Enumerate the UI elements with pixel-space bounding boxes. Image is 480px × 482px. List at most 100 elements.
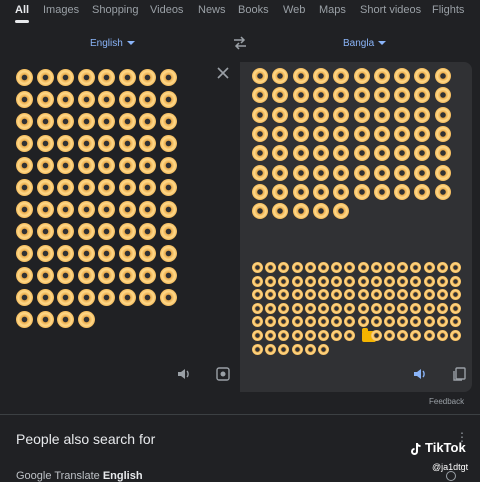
donut-emoji xyxy=(318,343,329,355)
people-also-search-title: People also search for xyxy=(16,431,156,447)
donut-emoji xyxy=(159,201,177,218)
donut-emoji xyxy=(265,343,277,355)
target-language-select[interactable]: Bangla xyxy=(343,38,387,49)
donut-emoji xyxy=(434,183,451,200)
donut-emoji xyxy=(410,275,422,287)
donut-emoji xyxy=(36,179,54,196)
donut-emoji xyxy=(16,289,33,306)
donut-emoji xyxy=(36,91,54,108)
donut-emoji xyxy=(272,106,289,123)
donut-emoji xyxy=(118,157,136,174)
donut-emoji xyxy=(357,302,369,314)
donut-emoji xyxy=(252,275,263,287)
donut-emoji xyxy=(252,68,268,84)
donut-emoji xyxy=(331,302,343,314)
donut-emoji xyxy=(353,125,370,142)
donut-emoji xyxy=(57,113,74,130)
donut-emoji xyxy=(353,164,370,181)
donut-emoji xyxy=(291,330,303,341)
donut-emoji xyxy=(331,275,343,287)
donut-emoji xyxy=(394,183,411,200)
donut-emoji xyxy=(252,164,268,181)
donut-emoji xyxy=(159,135,177,152)
donut-emoji xyxy=(436,302,448,314)
donut-emoji xyxy=(252,203,268,220)
donut-emoji xyxy=(57,69,74,86)
donut-emoji xyxy=(159,245,177,262)
swap-icon[interactable] xyxy=(232,35,248,51)
donut-emoji xyxy=(373,125,390,142)
search-tabs: All Images Shopping Videos News Books We… xyxy=(0,0,480,24)
donut-emoji xyxy=(384,330,395,341)
donut-emoji xyxy=(139,179,156,196)
donut-emoji xyxy=(16,223,33,240)
donut-emoji xyxy=(118,267,136,284)
tab-web[interactable]: Web xyxy=(283,4,305,16)
donut-emoji xyxy=(98,245,115,262)
tab-news[interactable]: News xyxy=(198,4,226,16)
tab-books[interactable]: Books xyxy=(238,4,269,16)
donut-emoji xyxy=(98,91,115,108)
donut-emoji xyxy=(139,91,156,108)
divider xyxy=(0,414,480,415)
donut-emoji xyxy=(57,223,74,240)
related-search-item[interactable]: Google Translate English xyxy=(16,470,143,482)
donut-emoji xyxy=(384,262,395,273)
donut-emoji xyxy=(370,302,382,314)
donut-emoji xyxy=(159,157,177,174)
copy-icon[interactable] xyxy=(451,366,469,384)
donut-emoji xyxy=(353,145,370,162)
donut-emoji xyxy=(159,267,177,284)
donut-emoji xyxy=(353,87,370,104)
donut-emoji xyxy=(77,179,95,196)
donut-emoji xyxy=(57,91,74,108)
donut-emoji xyxy=(312,164,329,181)
active-tab-indicator xyxy=(15,20,29,23)
camera-icon[interactable] xyxy=(215,366,233,384)
donut-emoji xyxy=(139,201,156,218)
donut-emoji xyxy=(434,125,451,142)
close-icon[interactable] xyxy=(214,66,232,84)
donut-emoji xyxy=(36,69,54,86)
donut-emoji xyxy=(36,311,54,328)
donut-emoji xyxy=(434,87,451,104)
donut-emoji xyxy=(450,330,461,341)
source-language-select[interactable]: English xyxy=(90,38,135,49)
donut-emoji xyxy=(36,245,54,262)
donut-emoji xyxy=(318,262,329,273)
tab-flights[interactable]: Flights xyxy=(432,4,464,16)
donut-emoji xyxy=(36,201,54,218)
tab-images[interactable]: Images xyxy=(43,4,79,16)
donut-emoji xyxy=(450,262,461,273)
donut-emoji xyxy=(98,223,115,240)
donut-emoji xyxy=(139,289,156,306)
donut-emoji xyxy=(292,164,309,181)
donut-emoji xyxy=(36,289,54,306)
tab-all[interactable]: All xyxy=(15,4,29,16)
tab-maps[interactable]: Maps xyxy=(319,4,346,16)
donut-emoji xyxy=(434,68,451,84)
donut-emoji xyxy=(57,267,74,284)
donut-emoji xyxy=(139,135,156,152)
donut-emoji xyxy=(118,289,136,306)
donut-emoji xyxy=(57,201,74,218)
donut-emoji xyxy=(77,157,95,174)
feedback-link[interactable]: Feedback xyxy=(429,397,464,406)
donut-emoji xyxy=(278,343,290,355)
donut-emoji xyxy=(77,223,95,240)
tab-shopping[interactable]: Shopping xyxy=(92,4,139,16)
donut-emoji xyxy=(414,164,431,181)
donut-emoji xyxy=(57,289,74,306)
tab-videos[interactable]: Videos xyxy=(150,4,183,16)
donut-emoji xyxy=(16,179,33,196)
chevron-down-icon xyxy=(378,41,387,46)
donut-emoji xyxy=(272,183,289,200)
speaker-icon[interactable] xyxy=(412,366,430,384)
donut-emoji xyxy=(118,91,136,108)
donut-emoji xyxy=(312,183,329,200)
donut-emoji xyxy=(436,262,448,273)
tab-short-videos[interactable]: Short videos xyxy=(360,4,421,16)
donut-emoji xyxy=(312,106,329,123)
donut-emoji xyxy=(318,302,329,314)
speaker-icon[interactable] xyxy=(176,366,194,384)
